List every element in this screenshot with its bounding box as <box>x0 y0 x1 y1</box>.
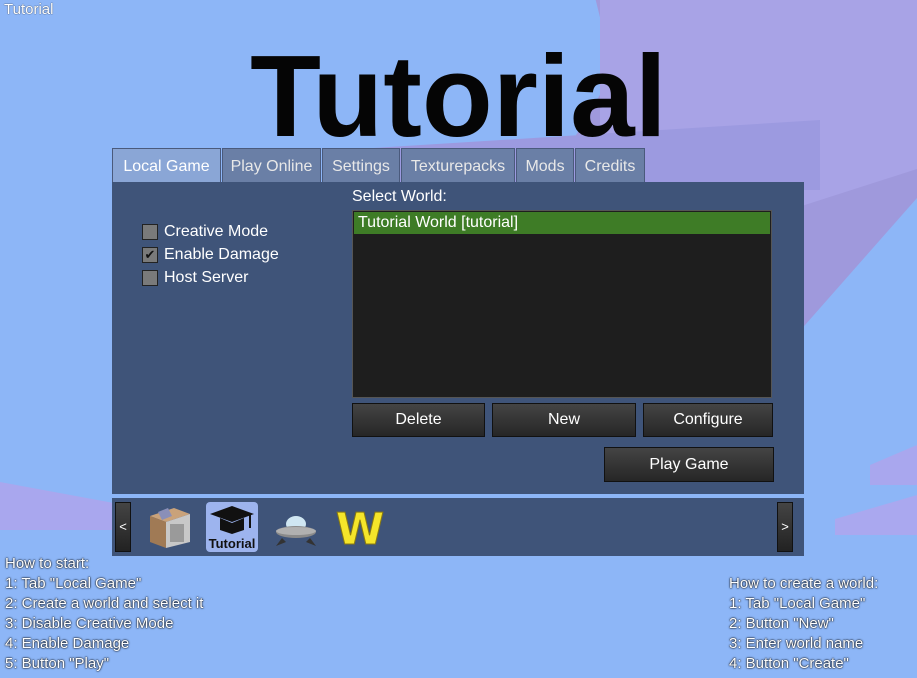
help-create-step: 3: Enter world name <box>729 635 864 652</box>
enable-damage-checkbox[interactable]: ✔ <box>142 247 158 263</box>
background-shape <box>835 495 917 535</box>
play-game-button[interactable]: Play Game <box>604 447 774 482</box>
help-start-step: 2: Create a world and select it <box>5 595 204 612</box>
tab-texturepacks[interactable]: Texturepacks <box>401 148 515 182</box>
box-icon[interactable] <box>144 502 196 552</box>
world-list[interactable]: Tutorial World [tutorial] <box>352 210 772 398</box>
help-start-step: 5: Button "Play" <box>5 655 110 672</box>
host-server-label: Host Server <box>164 269 249 286</box>
creative-mode-option[interactable]: Creative Mode <box>142 222 268 242</box>
game-selection-bar: < Tutorial W > <box>112 498 804 556</box>
help-create-step: 1: Tab "Local Game" <box>729 595 866 612</box>
help-create-step: 2: Button "New" <box>729 615 834 632</box>
help-start-step: 1: Tab "Local Game" <box>5 575 142 592</box>
letter-w-text: W <box>336 504 385 552</box>
help-start-text: How to start: 1: Tab "Local Game" 2: Cre… <box>5 554 203 674</box>
enable-damage-label: Enable Damage <box>164 246 279 263</box>
select-world-label: Select World: <box>352 188 447 205</box>
help-create-step: 4: Button "Create" <box>729 655 849 672</box>
delete-button[interactable]: Delete <box>352 403 485 437</box>
scroll-left-button[interactable]: < <box>115 502 131 552</box>
window-title: Tutorial <box>4 1 54 18</box>
background-shape <box>0 482 130 530</box>
help-start-step: 3: Disable Creative Mode <box>5 615 174 632</box>
letter-w-icon[interactable]: W <box>334 502 386 556</box>
creative-mode-label: Creative Mode <box>164 223 269 240</box>
host-server-option[interactable]: Host Server <box>142 268 248 288</box>
help-create-text: How to create a world: 1: Tab "Local Gam… <box>729 574 878 674</box>
tutorial-game-item[interactable]: Tutorial <box>206 502 258 552</box>
tab-play-online[interactable]: Play Online <box>222 148 321 182</box>
tab-settings[interactable]: Settings <box>322 148 400 182</box>
local-game-panel: Creative Mode ✔ Enable Damage Host Serve… <box>112 182 804 494</box>
tab-local-game[interactable]: Local Game <box>112 148 221 183</box>
new-button[interactable]: New <box>492 403 636 437</box>
enable-damage-option[interactable]: ✔ Enable Damage <box>142 245 279 265</box>
host-server-checkbox[interactable] <box>142 270 158 286</box>
creative-mode-checkbox[interactable] <box>142 224 158 240</box>
world-list-item[interactable]: Tutorial World [tutorial] <box>354 212 770 234</box>
game-title: Tutorial <box>250 31 667 161</box>
graduation-cap-icon <box>210 506 254 534</box>
scroll-right-button[interactable]: > <box>777 502 793 552</box>
help-create-title: How to create a world: <box>729 575 879 592</box>
background-shape <box>870 445 917 485</box>
ufo-icon[interactable] <box>270 502 322 552</box>
help-start-title: How to start: <box>5 555 90 572</box>
configure-button[interactable]: Configure <box>643 403 773 437</box>
tutorial-game-label: Tutorial <box>208 536 256 551</box>
help-start-step: 4: Enable Damage <box>5 635 130 652</box>
tab-mods[interactable]: Mods <box>516 148 574 182</box>
tab-credits[interactable]: Credits <box>575 148 645 182</box>
